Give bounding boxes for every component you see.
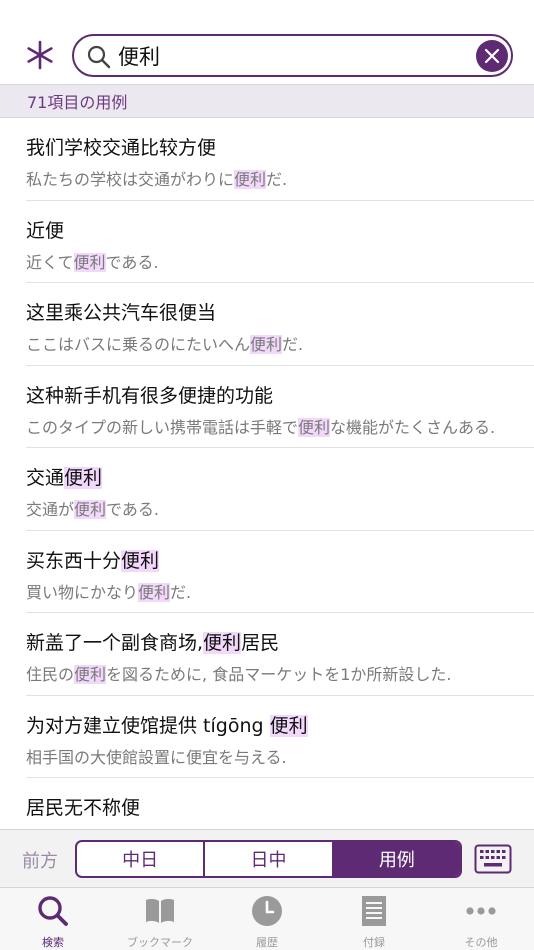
text-segment: このタイプの新しい携帯電話は手軽で: [26, 417, 299, 437]
result-item[interactable]: 买东西十分便利 買い物にかなり便利だ.: [26, 531, 534, 613]
result-item[interactable]: 近便近くて便利である.: [26, 201, 534, 283]
text-segment: 近くて: [26, 252, 74, 272]
text-segment: 交通: [26, 467, 65, 489]
highlighted-term: 便利: [203, 632, 242, 654]
text-segment: 买东西十分: [26, 549, 122, 572]
highlighted-term: 便利: [74, 500, 107, 519]
segment-examples[interactable]: 用例: [333, 842, 460, 876]
tab-more[interactable]: その他: [428, 888, 534, 950]
segment-zh-ja[interactable]: 中日: [77, 842, 206, 876]
result-japanese-text: 交通が便利である.: [26, 496, 159, 520]
keyboard-button[interactable]: [474, 844, 512, 874]
asterisk-button[interactable]: [22, 37, 58, 73]
search-input[interactable]: [118, 40, 468, 72]
tab-bookmarks-label: ブックマーク: [127, 936, 193, 949]
text-segment: 買い物にかなり: [26, 582, 139, 602]
keyboard-icon: [474, 844, 512, 874]
clear-icon: [484, 48, 500, 64]
result-chinese-text: 我们学校交通比较方便: [26, 133, 216, 160]
clear-search-button[interactable]: [476, 40, 508, 72]
text-segment: 我们学校交通比较方便: [26, 137, 217, 159]
text-segment: 这里乘公共汽车很便当: [26, 302, 217, 324]
segment-ja-zh[interactable]: 日中: [205, 842, 334, 876]
segment-bar: 前方 中日 日中 用例: [0, 829, 534, 887]
prefix-match-label[interactable]: 前方: [22, 847, 58, 873]
result-japanese-text: このタイプの新しい携帯電話は手軽で便利な機能がたくさんある.: [26, 414, 495, 438]
text-segment: 交通が: [26, 500, 75, 519]
tab-history[interactable]: 履歴: [214, 888, 320, 950]
tab-appendix[interactable]: 付録: [321, 888, 427, 950]
clock-icon: [252, 896, 282, 926]
result-japanese-text: ここはバスに乗るのにたいへん便利だ.: [26, 331, 303, 355]
text-segment: 这种新手机有很多便捷的功能: [26, 384, 274, 407]
asterisk-icon: [27, 40, 53, 70]
highlighted-term: 便利: [74, 665, 107, 684]
result-chinese-text: 新盖了一个副食商场,便利居民: [26, 628, 279, 655]
text-segment: 居民: [241, 632, 280, 654]
result-japanese-text: 相手国の大使館設置に便宜を与える.: [26, 744, 287, 768]
result-chinese-text: 为对方建立使馆提供 tígōng 便利: [26, 711, 308, 738]
text-segment: 相手国の大使館設置に便宜を与える.: [26, 747, 287, 767]
highlighted-term: 便利: [269, 714, 308, 737]
text-segment: 居民无不称便: [26, 797, 141, 819]
text-segment: である.: [105, 252, 159, 272]
text-segment: だ.: [170, 582, 192, 602]
document-icon: [362, 896, 386, 926]
text-segment: 私たちの学校は交通がわりに: [26, 170, 235, 189]
text-segment: ここはバスに乗るのにたいへん: [26, 335, 251, 354]
text-segment: 住民の: [26, 665, 75, 684]
highlighted-term: 便利: [298, 417, 331, 437]
tab-appendix-label: 付録: [363, 936, 385, 949]
result-item[interactable]: 为对方建立使馆提供 tígōng 便利相手国の大使館設置に便宜を与える.: [26, 696, 534, 778]
header: [0, 0, 534, 84]
search-icon: [38, 896, 68, 926]
result-japanese-text: 住民の便利を図るために, 食品マーケットを1か所新設した.: [26, 661, 451, 685]
result-item[interactable]: 我们学校交通比较方便 私たちの学校は交通がわりに便利だ.: [26, 118, 534, 201]
text-segment: な機能がたくさんある.: [330, 417, 496, 437]
dictionary-segmented-control: 中日 日中 用例: [75, 840, 462, 878]
tab-bar: 検索 ブックマーク 履歴 付録 その他: [0, 887, 534, 950]
text-segment: 近便: [26, 219, 65, 242]
highlighted-term: 便利: [73, 252, 106, 272]
result-item[interactable]: 新盖了一个副食商场,便利居民 住民の便利を図るために, 食品マーケットを1か所新設…: [26, 613, 534, 696]
tab-history-label: 履歴: [256, 936, 278, 949]
text-segment: 新盖了一个副食商场,: [26, 632, 204, 654]
text-segment: を図るために, 食品マーケットを1か所新設した.: [106, 665, 452, 684]
highlighted-term: 便利: [234, 170, 267, 189]
result-japanese-text: 私たちの学校は交通がわりに便利だ.: [26, 166, 287, 190]
results-count: 71項目の用例: [0, 84, 534, 118]
result-chinese-text: 买东西十分便利: [26, 546, 160, 573]
highlighted-term: 便利: [250, 335, 283, 354]
text-segment: だ.: [282, 335, 304, 354]
result-item[interactable]: 交通便利 交通が便利である.: [26, 448, 534, 531]
result-item[interactable]: 这种新手机有很多便捷的功能このタイプの新しい携帯電話は手軽で便利な機能がたくさん…: [26, 366, 534, 448]
result-japanese-text: 近くて便利である.: [26, 249, 158, 273]
tab-search[interactable]: 検索: [0, 888, 106, 950]
result-item[interactable]: 居民无不称便住民は便利だと言っている.: [26, 778, 534, 829]
search-icon: [87, 45, 111, 69]
highlighted-term: 便利: [138, 582, 171, 602]
result-chinese-text: 近便: [26, 216, 64, 243]
result-japanese-text: 買い物にかなり便利だ.: [26, 579, 191, 603]
result-item[interactable]: 这里乘公共汽车很便当ここはバスに乗るのにたいへん便利だ.: [26, 283, 534, 366]
search-box[interactable]: [72, 34, 513, 77]
tab-more-label: その他: [464, 936, 498, 949]
result-chinese-text: 这里乘公共汽车很便当: [26, 298, 216, 325]
result-chinese-text: 交通便利: [26, 463, 103, 490]
app: 71項目の用例 我们学校交通比较方便私たちの学校は交通がわりに便利だ.近便近くて…: [0, 0, 534, 950]
text-segment: である.: [106, 500, 159, 519]
results-count-label: 71項目の用例: [27, 93, 128, 112]
tab-bookmarks[interactable]: ブックマーク: [107, 888, 213, 950]
highlighted-term: 便利: [121, 549, 160, 572]
more-icon: [466, 907, 496, 915]
text-segment: 为对方建立使馆提供 tígōng: [26, 714, 270, 737]
text-segment: だ.: [266, 170, 288, 189]
result-chinese-text: 这种新手机有很多便捷的功能: [26, 381, 273, 408]
tab-search-label: 検索: [42, 936, 64, 949]
book-icon: [146, 898, 174, 923]
result-chinese-text: 居民无不称便: [26, 793, 140, 820]
results-list[interactable]: 我们学校交通比较方便 私たちの学校は交通がわりに便利だ. 近便 近くて便利である. 这里…: [0, 118, 534, 829]
highlighted-term: 便利: [64, 467, 103, 489]
